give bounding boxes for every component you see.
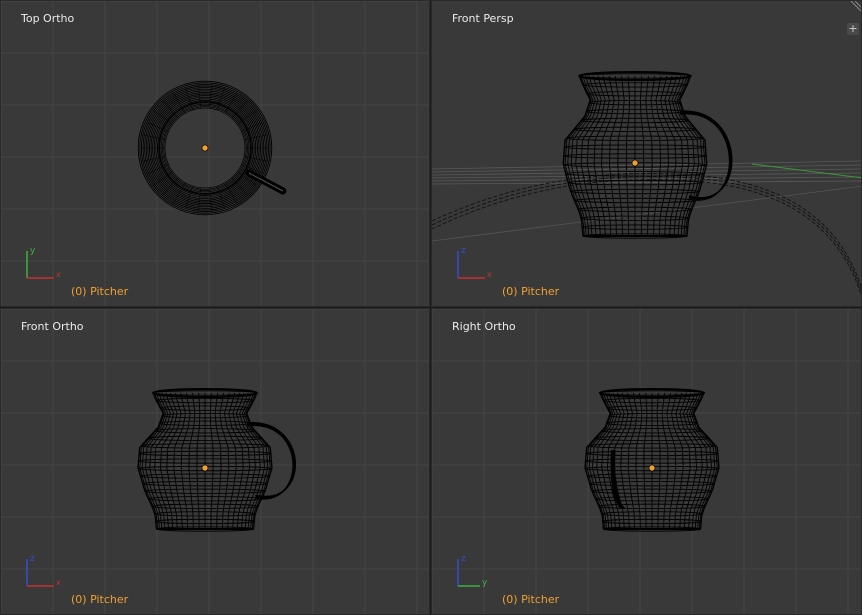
object-origin: [631, 159, 639, 167]
active-object-label: (0) Pitcher: [502, 593, 560, 606]
object-origin: [201, 144, 209, 152]
axis-label-vertical: z: [461, 554, 466, 564]
viewport-right-ortho[interactable]: Right Ortho z y (0) Pitcher: [431, 308, 862, 615]
axis-gizmo: z y: [457, 554, 488, 588]
viewport-front-persp[interactable]: Front Persp z x (0) Pitcher +: [431, 0, 862, 307]
axis-label-vertical: z: [30, 554, 35, 564]
axis-label-horizontal: x: [487, 270, 492, 279]
axis-label-horizontal: x: [56, 270, 61, 279]
split-handle-icon[interactable]: [847, 1, 861, 15]
axis-label-vertical: z: [461, 246, 466, 256]
viewport-title: Front Persp: [452, 12, 514, 25]
quad-view: Top Ortho y x (0) Pitcher Front Persp z …: [0, 0, 862, 615]
viewport-front-ortho[interactable]: Front Ortho z x (0) Pitcher: [0, 308, 430, 615]
object-origin: [648, 464, 656, 472]
viewport-top-ortho[interactable]: Top Ortho y x (0) Pitcher: [0, 0, 430, 307]
axis-label-horizontal: y: [482, 578, 488, 588]
axis-gizmo: z x: [457, 246, 492, 279]
object-origin: [201, 464, 209, 472]
pitcher-wireframe: [584, 388, 720, 532]
viewport-title: Right Ortho: [452, 320, 516, 333]
active-object-label: (0) Pitcher: [71, 285, 129, 298]
axis-gizmo: z x: [26, 554, 61, 587]
axis-gizmo: y x: [26, 246, 61, 279]
viewport-title: Front Ortho: [21, 320, 84, 333]
pitcher-wireframe: [137, 388, 297, 532]
active-object-label: (0) Pitcher: [71, 593, 129, 606]
axis-label-vertical: y: [30, 246, 36, 256]
axis-label-horizontal: x: [56, 578, 61, 587]
active-object-label: (0) Pitcher: [502, 285, 560, 298]
viewport-title: Top Ortho: [21, 12, 75, 25]
plus-icon[interactable]: +: [847, 23, 859, 35]
